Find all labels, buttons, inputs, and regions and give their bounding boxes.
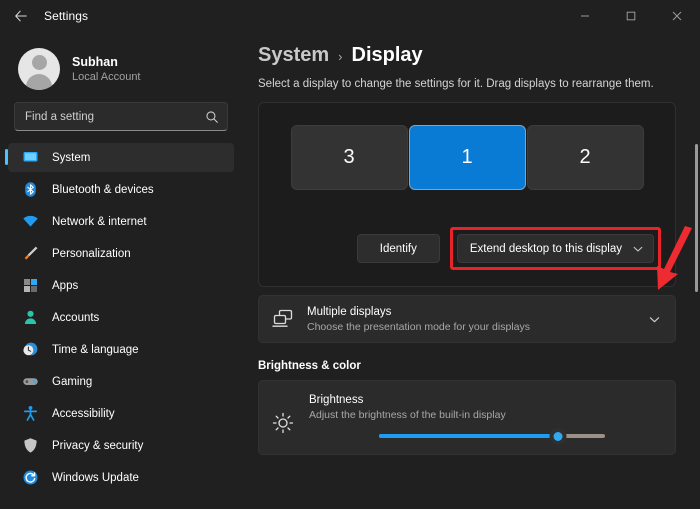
sidebar-item-gaming[interactable]: Gaming <box>8 367 234 396</box>
sidebar-item-label: Personalization <box>52 248 131 260</box>
monitor-icon <box>22 149 39 166</box>
search-section <box>0 94 242 131</box>
sidebar-item-system[interactable]: System <box>8 143 234 172</box>
sidebar-item-label: Gaming <box>52 376 92 388</box>
chevron-down-icon[interactable] <box>648 313 661 326</box>
search-icon <box>205 110 219 124</box>
display-mode-highlight: Extend desktop to this display <box>450 227 661 270</box>
sidebar-item-windows-update[interactable]: Windows Update <box>8 463 234 492</box>
display-mode-value: Extend desktop to this display <box>470 243 622 255</box>
back-arrow-icon <box>14 9 28 23</box>
sidebar: Subhan Local Account System <box>0 32 242 509</box>
multiple-displays-card[interactable]: Multiple displays Choose the presentatio… <box>258 295 676 343</box>
sidebar-item-label: System <box>52 152 90 164</box>
shield-icon <box>22 437 39 454</box>
sidebar-item-label: Apps <box>52 280 78 292</box>
brightness-text: Brightness Adjust the brightness of the … <box>309 393 661 454</box>
brightness-color-heading: Brightness & color <box>242 343 700 372</box>
multiple-displays-text: Multiple displays Choose the presentatio… <box>307 305 648 334</box>
minimize-button[interactable] <box>562 0 608 32</box>
person-icon <box>22 309 39 326</box>
brightness-slider[interactable] <box>379 434 605 438</box>
sidebar-item-privacy-security[interactable]: Privacy & security <box>8 431 234 460</box>
sidebar-nav: System Bluetooth & devices Network & int… <box>0 143 242 492</box>
sidebar-item-label: Bluetooth & devices <box>52 184 154 196</box>
slider-thumb[interactable] <box>549 428 566 445</box>
monitor-tile-2[interactable]: 2 <box>527 125 644 190</box>
apps-grid-icon <box>22 277 39 294</box>
paintbrush-icon <box>22 245 39 262</box>
chevron-down-icon <box>632 243 644 255</box>
sidebar-item-apps[interactable]: Apps <box>8 271 234 300</box>
brightness-title: Brightness <box>309 393 661 408</box>
sidebar-item-label: Accessibility <box>52 408 115 420</box>
minimize-icon <box>580 11 590 21</box>
gamepad-icon <box>22 373 39 390</box>
close-icon <box>672 11 682 21</box>
breadcrumb-separator-icon: › <box>338 49 342 64</box>
brightness-subtitle: Adjust the brightness of the built-in di… <box>309 408 661 422</box>
sidebar-item-time-language[interactable]: Time & language <box>8 335 234 364</box>
wifi-icon <box>22 213 39 230</box>
brightness-sun-icon <box>271 411 295 435</box>
multiple-displays-icon <box>271 307 295 331</box>
identify-button[interactable]: Identify <box>357 234 440 263</box>
sidebar-item-label: Windows Update <box>52 472 139 484</box>
account-name: Subhan <box>72 54 141 70</box>
search-input[interactable] <box>15 111 227 123</box>
breadcrumb-parent[interactable]: System <box>258 44 329 67</box>
monitor-tile-1[interactable]: 1 <box>409 125 526 190</box>
account-section[interactable]: Subhan Local Account <box>0 32 242 94</box>
slider-track[interactable] <box>379 434 605 438</box>
display-mode-dropdown[interactable]: Extend desktop to this display <box>457 234 654 263</box>
back-button[interactable] <box>4 1 38 31</box>
multiple-displays-title: Multiple displays <box>307 305 648 320</box>
refresh-circle-icon <box>22 469 39 486</box>
close-button[interactable] <box>654 0 700 32</box>
bluetooth-icon <box>22 181 39 198</box>
clock-globe-icon <box>22 341 39 358</box>
app-title: Settings <box>44 9 88 23</box>
sidebar-item-network-internet[interactable]: Network & internet <box>8 207 234 236</box>
main-content: System › Display Select a display to cha… <box>242 32 700 509</box>
sidebar-item-label: Accounts <box>52 312 99 324</box>
sidebar-item-personalization[interactable]: Personalization <box>8 239 234 268</box>
window-controls <box>562 0 700 32</box>
multiple-displays-subtitle: Choose the presentation mode for your di… <box>307 320 648 334</box>
maximize-button[interactable] <box>608 0 654 32</box>
page-subtitle: Select a display to change the settings … <box>242 67 700 92</box>
avatar <box>18 48 60 90</box>
monitor-list: 3 1 2 <box>259 103 675 190</box>
settings-window: Settings <box>0 0 700 509</box>
display-arrangement-panel: 3 1 2 Identify Extend desktop to this di… <box>258 102 676 287</box>
search-box[interactable] <box>14 102 228 131</box>
content-scrollbar[interactable] <box>695 144 698 292</box>
sidebar-item-accounts[interactable]: Accounts <box>8 303 234 332</box>
maximize-icon <box>626 11 636 21</box>
sidebar-item-label: Time & language <box>52 344 139 356</box>
sidebar-item-label: Privacy & security <box>52 440 143 452</box>
account-type: Local Account <box>72 70 141 85</box>
sidebar-item-accessibility[interactable]: Accessibility <box>8 399 234 428</box>
sidebar-item-label: Network & internet <box>52 216 147 228</box>
brightness-card: Brightness Adjust the brightness of the … <box>258 380 676 455</box>
page-title: Display <box>352 44 423 67</box>
title-bar: Settings <box>0 0 700 32</box>
accessibility-person-icon <box>22 405 39 422</box>
monitor-tile-3[interactable]: 3 <box>291 125 408 190</box>
breadcrumb: System › Display <box>242 32 700 67</box>
sidebar-item-bluetooth-devices[interactable]: Bluetooth & devices <box>8 175 234 204</box>
account-text: Subhan Local Account <box>72 54 141 85</box>
panel-actions: Identify Extend desktop to this display <box>357 227 661 270</box>
slider-fill <box>379 434 558 438</box>
